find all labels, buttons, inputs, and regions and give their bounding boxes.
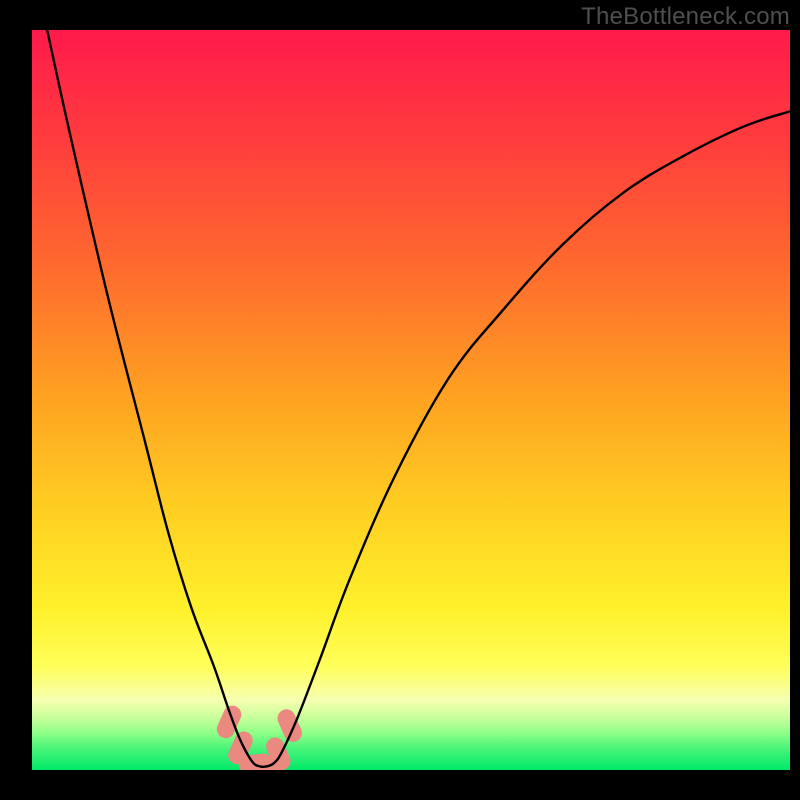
outer-frame: TheBottleneck.com [0,0,800,800]
plot-area [32,30,790,770]
attribution-text: TheBottleneck.com [581,3,790,31]
chart-svg [32,30,790,770]
marker-group [214,703,305,770]
bottleneck-curve [47,30,790,767]
